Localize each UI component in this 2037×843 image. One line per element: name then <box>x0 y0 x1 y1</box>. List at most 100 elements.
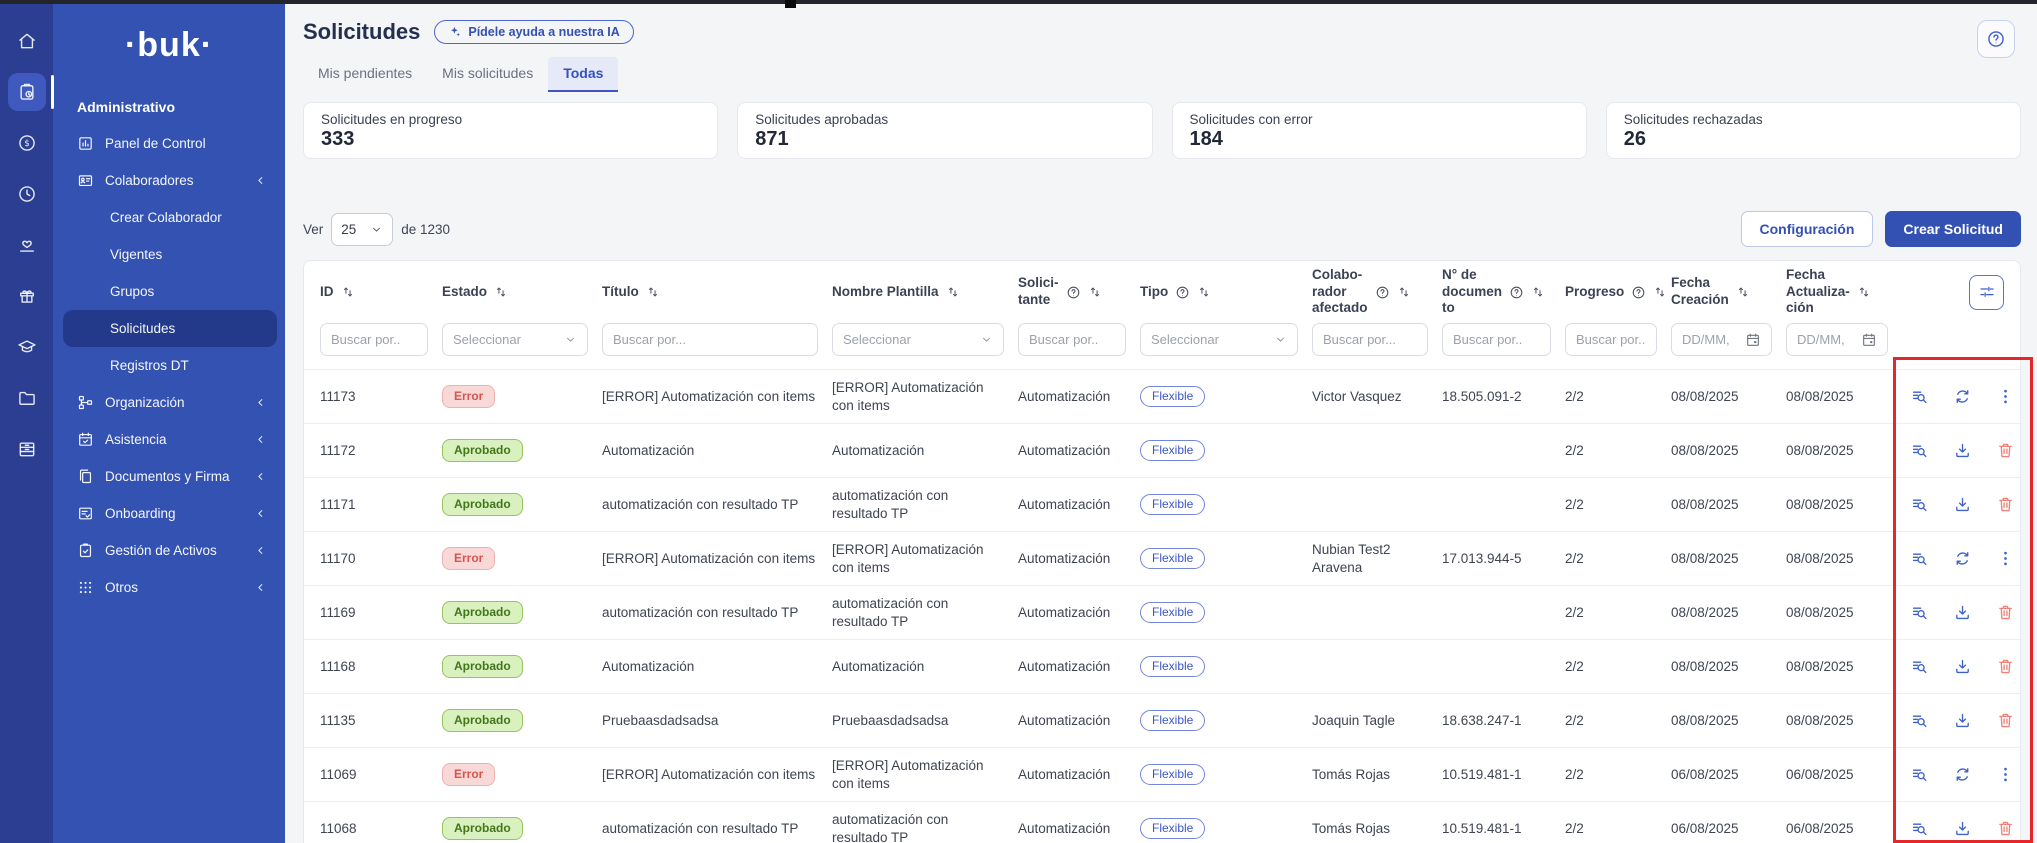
filter-text-input[interactable] <box>1442 323 1551 356</box>
table-row[interactable]: 11171Aprobadoautomatización con resultad… <box>304 477 2020 531</box>
table-row[interactable]: 11135AprobadoPruebaasdadsadsaPruebaasdad… <box>304 693 2020 747</box>
table-row[interactable]: 11069Error[ERROR] Automatización con ite… <box>304 747 2020 801</box>
sidebar-item-otros[interactable]: Otros <box>63 569 277 606</box>
view-details-button[interactable] <box>1910 657 1930 677</box>
delete-button[interactable] <box>1996 441 2016 461</box>
create-request-button[interactable]: Crear Solicitud <box>1885 211 2021 247</box>
list-check-icon <box>77 505 94 522</box>
filter-text-input[interactable] <box>320 323 428 356</box>
tab-mis-pendientes[interactable]: Mis pendientes <box>303 57 427 92</box>
column-help-icon <box>1375 285 1390 300</box>
rail-item-graduation-cap[interactable] <box>8 328 46 366</box>
filter-text-input[interactable] <box>602 323 818 356</box>
download-button[interactable] <box>1953 441 1973 461</box>
sidebar-item-solicitudes[interactable]: Solicitudes <box>63 310 277 347</box>
sidebar-item-gesti-n-de-activos[interactable]: Gestión de Activos <box>63 532 277 569</box>
column-settings-button[interactable] <box>1969 275 2004 310</box>
view-details-button[interactable] <box>1910 819 1930 839</box>
delete-button[interactable] <box>1996 603 2016 623</box>
column-header: N° de documen to <box>1442 267 1565 318</box>
download-button[interactable] <box>1953 603 1973 623</box>
row-menu-button[interactable] <box>1996 549 2016 569</box>
filter-date-input[interactable]: DD/MM, <box>1671 323 1772 356</box>
view-details-button[interactable] <box>1910 603 1930 623</box>
configuration-button[interactable]: Configuración <box>1741 211 1874 247</box>
delete-button[interactable] <box>1996 711 2016 731</box>
view-details-button[interactable] <box>1910 711 1930 731</box>
delete-button[interactable] <box>1996 657 2016 677</box>
cell-solicitante: Automatización <box>1018 388 1140 406</box>
sidebar-item-documentos-y-firma[interactable]: Documentos y Firma <box>63 458 277 495</box>
filter-select[interactable]: Seleccionar <box>442 323 588 356</box>
table-row[interactable]: 11068Aprobadoautomatización con resultad… <box>304 801 2020 843</box>
download-button[interactable] <box>1953 819 1973 839</box>
sidebar-section-label: Administrativo <box>53 65 285 115</box>
sidebar-item-grupos[interactable]: Grupos <box>63 273 277 310</box>
view-details-button[interactable] <box>1910 549 1930 569</box>
sidebar-item-onboarding[interactable]: Onboarding <box>63 495 277 532</box>
cell-progreso: 2/2 <box>1565 820 1671 838</box>
table-row[interactable]: 11169Aprobadoautomatización con resultad… <box>304 585 2020 639</box>
cell-actions <box>1902 765 2016 785</box>
rail-item-gift[interactable] <box>8 277 46 315</box>
rail-item-archive[interactable] <box>8 430 46 468</box>
retry-button[interactable] <box>1953 765 1973 785</box>
filter-date-input[interactable]: DD/MM, <box>1786 323 1888 356</box>
ai-help-button[interactable]: Pídele ayuda a nuestra IA <box>434 20 633 44</box>
view-details-button[interactable] <box>1910 441 1930 461</box>
filter-select[interactable]: Seleccionar <box>832 323 1004 356</box>
view-details-button[interactable] <box>1910 495 1930 515</box>
sidebar-item-organizaci-n[interactable]: Organización <box>63 384 277 421</box>
sidebar-item-asistencia[interactable]: Asistencia <box>63 421 277 458</box>
retry-button[interactable] <box>1953 387 1973 407</box>
filter-select[interactable]: Seleccionar <box>1140 323 1298 356</box>
page-size-select[interactable]: 25 <box>331 213 393 246</box>
tab-todas[interactable]: Todas <box>548 57 618 92</box>
toolbar-actions: Configuración Crear Solicitud <box>1741 211 2021 247</box>
table-row[interactable]: 11173Error[ERROR] Automatización con ite… <box>304 369 2020 423</box>
download-button[interactable] <box>1953 495 1973 515</box>
rail-item-coin[interactable]: $ <box>8 124 46 162</box>
row-menu-button[interactable] <box>1996 387 2016 407</box>
sidebar-item-crear-colaborador[interactable]: Crear Colaborador <box>63 199 277 236</box>
row-menu-button[interactable] <box>1996 765 2016 785</box>
tab-mis-solicitudes[interactable]: Mis solicitudes <box>427 57 548 92</box>
table-row[interactable]: 11172AprobadoAutomatizaciónAutomatizació… <box>304 423 2020 477</box>
filter-text-input[interactable] <box>1565 323 1657 356</box>
table-row[interactable]: 11168AprobadoAutomatizaciónAutomatizació… <box>304 639 2020 693</box>
sidebar-item-vigentes[interactable]: Vigentes <box>63 236 277 273</box>
filter-text-input[interactable] <box>1018 323 1126 356</box>
delete-button[interactable] <box>1996 495 2016 515</box>
view-details-button[interactable] <box>1910 387 1930 407</box>
column-help-icon <box>1631 285 1646 300</box>
cell-plantilla: automatización con resultado TP <box>832 487 1018 522</box>
cell-estado: Aprobado <box>442 601 602 625</box>
help-button[interactable] <box>1977 20 2015 58</box>
sort-arrows-icon <box>1857 285 1871 299</box>
sidebar-item-colaboradores[interactable]: Colaboradores <box>63 162 277 199</box>
download-button[interactable] <box>1953 711 1973 731</box>
cell-id: 11173 <box>320 388 442 406</box>
cell-progreso: 2/2 <box>1565 712 1671 730</box>
sidebar-item-panel-de-control[interactable]: Panel de Control <box>63 125 277 162</box>
sort-arrows-icon <box>1736 285 1750 299</box>
retry-button[interactable] <box>1953 549 1973 569</box>
sidebar-item-label: Documentos y Firma <box>105 469 230 484</box>
rail-item-clock[interactable] <box>8 175 46 213</box>
rail-item-clipboard-clock[interactable] <box>8 73 46 111</box>
column-header-label: Nombre Plantilla <box>832 284 939 301</box>
rail-item-hand-heart[interactable] <box>8 226 46 264</box>
cell-colaborador: Tomás Rojas <box>1312 766 1442 784</box>
download-button[interactable] <box>1953 657 1973 677</box>
cell-fecha-actualizacion: 08/08/2025 <box>1786 658 1902 676</box>
rail-item-home[interactable] <box>8 22 46 60</box>
rail-item-folder[interactable] <box>8 379 46 417</box>
view-details-button[interactable] <box>1910 765 1930 785</box>
sidebar-item-registros-dt[interactable]: Registros DT <box>63 347 277 384</box>
column-header-label: N° de documen to <box>1442 267 1502 318</box>
download-icon <box>1953 441 1972 460</box>
delete-button[interactable] <box>1996 819 2016 839</box>
table-row[interactable]: 11170Error[ERROR] Automatización con ite… <box>304 531 2020 585</box>
filter-text-input[interactable] <box>1312 323 1428 356</box>
sort-arrows-icon <box>1088 285 1102 299</box>
